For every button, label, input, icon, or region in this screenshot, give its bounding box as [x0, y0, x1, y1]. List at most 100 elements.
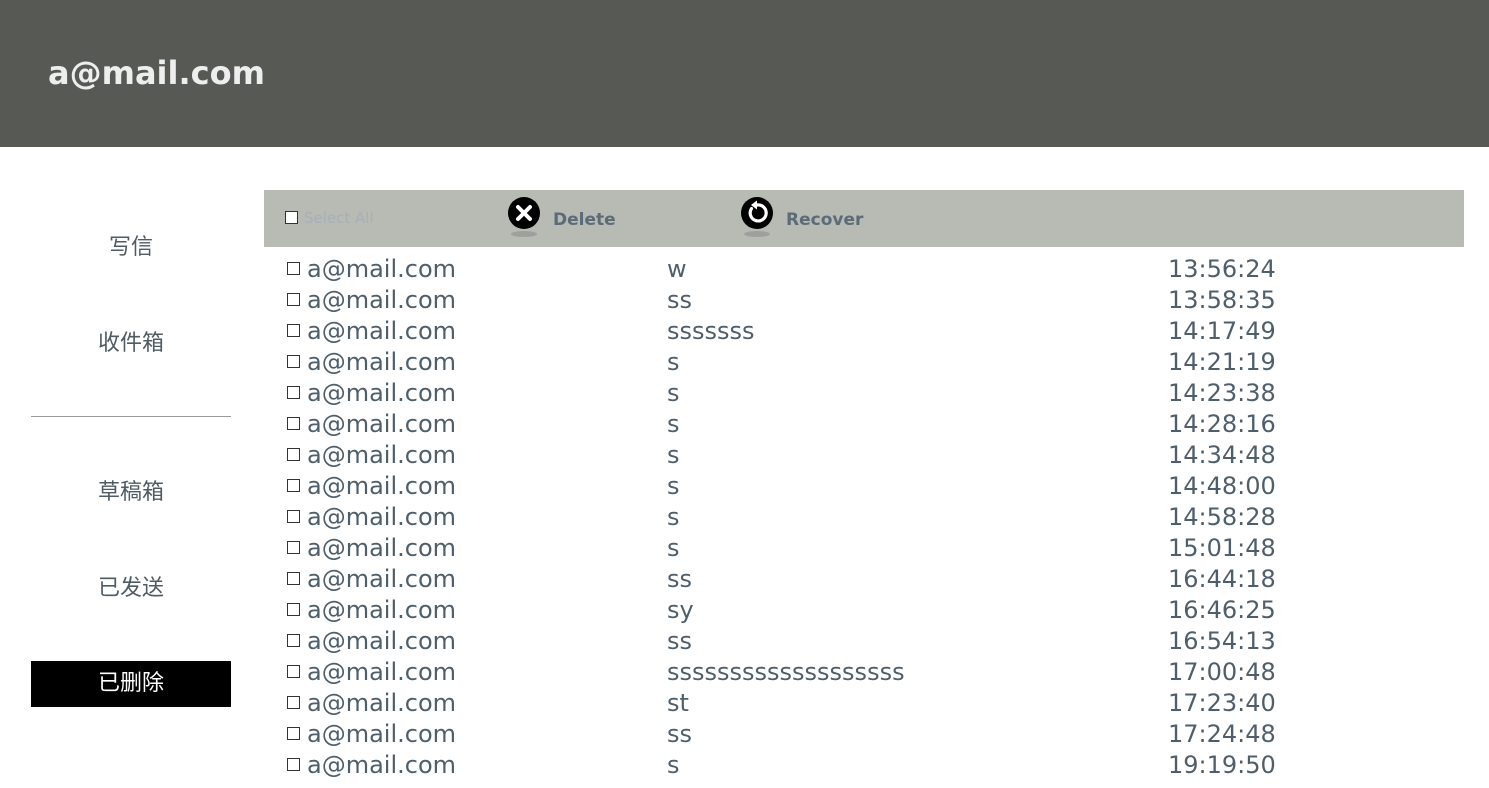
mail-sender: a@mail.com [307, 751, 457, 779]
row-checkbox[interactable] [287, 510, 300, 523]
row-checkbox[interactable] [287, 479, 300, 492]
mail-subject: s [667, 751, 680, 779]
toolbar: Select All Delete Recover [264, 190, 1464, 247]
row-checkbox[interactable] [287, 727, 300, 740]
mail-subject: s [667, 410, 680, 438]
mail-subject: sssssss [667, 317, 755, 345]
sidebar-item-inbox[interactable]: 收件箱 [31, 321, 231, 367]
mail-subject: st [667, 689, 689, 717]
header-bar: a@mail.com [0, 0, 1489, 147]
mail-subject: ss [667, 720, 693, 748]
account-title: a@mail.com [48, 54, 265, 92]
select-all-label[interactable]: Select All [304, 209, 374, 227]
mail-subject: s [667, 534, 680, 562]
row-checkbox[interactable] [287, 603, 300, 616]
mail-sender: a@mail.com [307, 720, 457, 748]
mail-subject: s [667, 441, 680, 469]
row-checkbox[interactable] [287, 758, 300, 771]
mail-row[interactable]: a@mail.com s 14:58:28 [286, 502, 1464, 533]
mail-row[interactable]: a@mail.com w 13:56:24 [286, 254, 1464, 285]
mail-subject: ss [667, 286, 693, 314]
sidebar-item-drafts[interactable]: 草稿箱 [31, 470, 231, 516]
mail-subject: s [667, 503, 680, 531]
mail-subject: sy [667, 596, 694, 624]
mail-sender: a@mail.com [307, 534, 457, 562]
sidebar-item-deleted[interactable]: 已删除 [31, 661, 231, 707]
mail-time: 17:24:48 [1168, 720, 1276, 748]
mail-sender: a@mail.com [307, 658, 457, 686]
mail-sender: a@mail.com [307, 596, 457, 624]
row-checkbox[interactable] [287, 324, 300, 337]
mail-time: 16:54:13 [1168, 627, 1276, 655]
mail-time: 14:58:28 [1168, 503, 1276, 531]
row-checkbox[interactable] [287, 696, 300, 709]
sidebar-item-compose[interactable]: 写信 [31, 225, 231, 271]
mail-time: 19:19:50 [1168, 751, 1276, 779]
mail-time: 16:46:25 [1168, 596, 1276, 624]
mail-row[interactable]: a@mail.com s 15:01:48 [286, 533, 1464, 564]
mail-row[interactable]: a@mail.com sssssss 14:17:49 [286, 316, 1464, 347]
row-checkbox[interactable] [287, 293, 300, 306]
delete-icon [508, 197, 540, 237]
mail-sender: a@mail.com [307, 410, 457, 438]
mail-time: 14:34:48 [1168, 441, 1276, 469]
mail-row[interactable]: a@mail.com sssssssssssssssssss 17:00:48 [286, 657, 1464, 688]
mail-row[interactable]: a@mail.com st 17:23:40 [286, 688, 1464, 719]
mail-row[interactable]: a@mail.com s 14:23:38 [286, 378, 1464, 409]
sidebar-item-sent[interactable]: 已发送 [31, 566, 231, 612]
row-checkbox[interactable] [287, 448, 300, 461]
mail-sender: a@mail.com [307, 255, 457, 283]
mail-sender: a@mail.com [307, 286, 457, 314]
mail-sender: a@mail.com [307, 317, 457, 345]
mail-sender: a@mail.com [307, 472, 457, 500]
mail-row[interactable]: a@mail.com ss 13:58:35 [286, 285, 1464, 316]
mail-sender: a@mail.com [307, 565, 457, 593]
mail-sender: a@mail.com [307, 503, 457, 531]
mail-time: 17:00:48 [1168, 658, 1276, 686]
mail-row[interactable]: a@mail.com ss 16:44:18 [286, 564, 1464, 595]
mail-subject: sssssssssssssssssss [667, 658, 905, 686]
mail-subject: s [667, 379, 680, 407]
mail-row[interactable]: a@mail.com s 14:21:19 [286, 347, 1464, 378]
mail-subject: w [667, 255, 687, 283]
row-checkbox[interactable] [287, 634, 300, 647]
row-checkbox[interactable] [287, 262, 300, 275]
recover-label: Recover [786, 210, 864, 230]
row-checkbox[interactable] [287, 665, 300, 678]
mail-row[interactable]: a@mail.com s 14:48:00 [286, 471, 1464, 502]
mail-time: 14:48:00 [1168, 472, 1276, 500]
mail-subject: ss [667, 627, 693, 655]
mail-row[interactable]: a@mail.com s 14:28:16 [286, 409, 1464, 440]
mail-time: 16:44:18 [1168, 565, 1276, 593]
mail-row[interactable]: a@mail.com ss 16:54:13 [286, 626, 1464, 657]
mail-sender: a@mail.com [307, 689, 457, 717]
mail-sender: a@mail.com [307, 379, 457, 407]
mail-subject: ss [667, 565, 693, 593]
mail-row[interactable]: a@mail.com ss 17:24:48 [286, 719, 1464, 750]
mail-time: 14:21:19 [1168, 348, 1276, 376]
mail-row[interactable]: a@mail.com s 14:34:48 [286, 440, 1464, 471]
mail-subject: s [667, 472, 680, 500]
mail-time: 14:28:16 [1168, 410, 1276, 438]
mail-subject: s [667, 348, 680, 376]
select-all-checkbox[interactable] [285, 211, 298, 224]
mail-sender: a@mail.com [307, 441, 457, 469]
mail-list: a@mail.com w 13:56:24 a@mail.com ss 13:58:35 a… [286, 254, 1464, 781]
mail-row[interactable]: a@mail.com sy 16:46:25 [286, 595, 1464, 626]
mail-sender: a@mail.com [307, 348, 457, 376]
mail-time: 17:23:40 [1168, 689, 1276, 717]
recover-button[interactable]: Recover [740, 196, 870, 242]
recover-icon [741, 197, 773, 237]
sidebar-divider [31, 416, 231, 417]
mail-time: 14:17:49 [1168, 317, 1276, 345]
row-checkbox[interactable] [287, 386, 300, 399]
mail-row[interactable]: a@mail.com s 19:19:50 [286, 750, 1464, 781]
row-checkbox[interactable] [287, 417, 300, 430]
row-checkbox[interactable] [287, 355, 300, 368]
delete-label: Delete [553, 210, 616, 230]
mail-time: 13:58:35 [1168, 286, 1276, 314]
row-checkbox[interactable] [287, 541, 300, 554]
row-checkbox[interactable] [287, 572, 300, 585]
sidebar: 写信 收件箱 草稿箱 已发送 已删除 [31, 147, 231, 788]
delete-button[interactable]: Delete [507, 196, 627, 242]
